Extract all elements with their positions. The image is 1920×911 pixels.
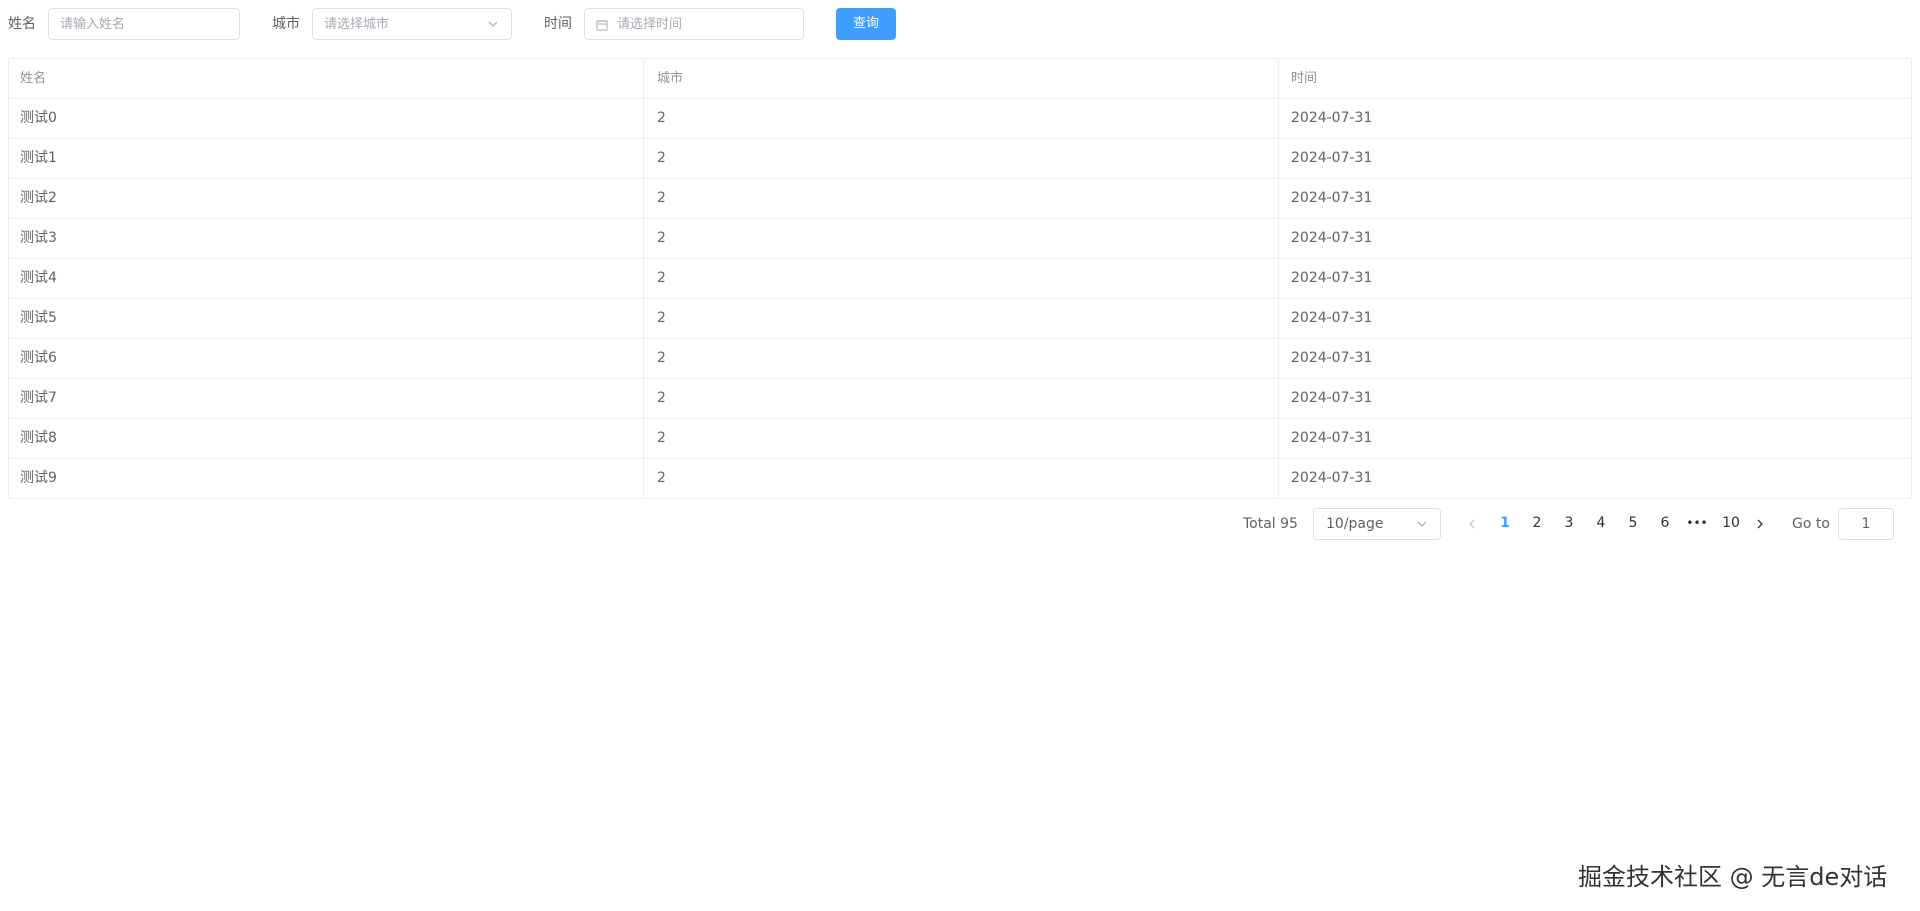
time-picker[interactable]: 请选择时间 bbox=[584, 8, 804, 40]
table-row: 测试6 2 2024-07-31 bbox=[9, 339, 1911, 379]
table-row: 测试0 2 2024-07-31 bbox=[9, 99, 1911, 139]
name-input-placeholder: 请输入姓名 bbox=[60, 17, 126, 32]
page-4[interactable]: 4 bbox=[1589, 515, 1613, 531]
calendar-icon bbox=[596, 20, 608, 31]
table-row: 测试4 2 2024-07-31 bbox=[9, 259, 1911, 299]
table-row: 测试9 2 2024-07-31 bbox=[9, 459, 1911, 499]
pagination: Total 95 10/page 1 2 3 4 5 6 ••• 10 Go t… bbox=[0, 508, 1920, 540]
table-header: 姓名 城市 时间 bbox=[9, 59, 1911, 99]
table-cell-city: 2 bbox=[644, 219, 1279, 258]
table-cell-time: 2024-07-31 bbox=[1291, 110, 1373, 126]
chevron-down-icon bbox=[1417, 521, 1427, 527]
page-10[interactable]: 10 bbox=[1717, 515, 1745, 531]
table-cell-city: 2 bbox=[644, 459, 1279, 498]
city-select[interactable]: 请选择城市 bbox=[312, 8, 512, 40]
page-size-select[interactable]: 10/page bbox=[1313, 508, 1441, 540]
table-row: 测试7 2 2024-07-31 bbox=[9, 379, 1911, 419]
more-pages-icon[interactable]: ••• bbox=[1685, 516, 1709, 530]
table-row: 测试8 2 2024-07-31 bbox=[9, 419, 1911, 459]
page-6[interactable]: 6 bbox=[1653, 515, 1677, 531]
table-row: 测试5 2 2024-07-31 bbox=[9, 299, 1911, 339]
table-cell-time: 2024-07-31 bbox=[1291, 230, 1373, 246]
page-size-value: 10/page bbox=[1326, 516, 1384, 532]
table-cell-time: 2024-07-31 bbox=[1291, 390, 1373, 406]
table-cell-city: 2 bbox=[644, 339, 1279, 378]
table-cell-name: 测试4 bbox=[9, 259, 644, 298]
name-input[interactable]: 请输入姓名 bbox=[48, 8, 240, 40]
table-cell-time: 2024-07-31 bbox=[1291, 470, 1373, 486]
goto-label: Go to bbox=[1792, 516, 1830, 532]
page-1[interactable]: 1 bbox=[1493, 515, 1517, 531]
table-cell-city: 2 bbox=[644, 139, 1279, 178]
name-label: 姓名 bbox=[8, 16, 36, 32]
goto-input[interactable]: 1 bbox=[1838, 508, 1894, 540]
table-cell-city: 2 bbox=[644, 419, 1279, 458]
table-cell-time: 2024-07-31 bbox=[1291, 270, 1373, 286]
table-cell-city: 2 bbox=[644, 299, 1279, 338]
column-header-city[interactable]: 城市 bbox=[644, 59, 1279, 98]
table-cell-name: 测试7 bbox=[9, 379, 644, 418]
table-cell-name: 测试8 bbox=[9, 419, 644, 458]
data-table: 姓名 城市 时间 测试0 2 2024-07-31 测试1 2 2024-07-31 测试2… bbox=[8, 58, 1912, 499]
table-body: 测试0 2 2024-07-31 测试1 2 2024-07-31 测试2 2 2024-07-… bbox=[9, 99, 1911, 499]
city-label: 城市 bbox=[272, 16, 300, 32]
table-cell-name: 测试9 bbox=[9, 459, 644, 498]
table-cell-name: 测试0 bbox=[9, 99, 644, 138]
table-cell-name: 测试5 bbox=[9, 299, 644, 338]
table-cell-city: 2 bbox=[644, 379, 1279, 418]
time-picker-placeholder: 请选择时间 bbox=[617, 17, 683, 32]
city-select-placeholder: 请选择城市 bbox=[324, 17, 390, 32]
next-page-icon[interactable] bbox=[1754, 518, 1766, 530]
table-cell-time: 2024-07-31 bbox=[1291, 350, 1373, 366]
table-cell-name: 测试3 bbox=[9, 219, 644, 258]
query-button[interactable]: 查询 bbox=[836, 8, 896, 40]
watermark: 掘金技术社区 @ 无言de对话 bbox=[1578, 863, 1888, 891]
pagination-total: Total 95 bbox=[1243, 516, 1298, 532]
chevron-down-icon bbox=[488, 21, 498, 27]
column-header-name[interactable]: 姓名 bbox=[9, 59, 644, 98]
search-form: 姓名 请输入姓名 城市 请选择城市 时间 请选择时间 查询 bbox=[0, 0, 1920, 48]
page-5[interactable]: 5 bbox=[1621, 515, 1645, 531]
table-row: 测试1 2 2024-07-31 bbox=[9, 139, 1911, 179]
table-cell-city: 2 bbox=[644, 259, 1279, 298]
table-cell-name: 测试6 bbox=[9, 339, 644, 378]
page-2[interactable]: 2 bbox=[1525, 515, 1549, 531]
time-label: 时间 bbox=[544, 16, 572, 32]
table-cell-time: 2024-07-31 bbox=[1291, 430, 1373, 446]
table-cell-name: 测试2 bbox=[9, 179, 644, 218]
table-cell-time: 2024-07-31 bbox=[1291, 310, 1373, 326]
table-cell-city: 2 bbox=[644, 179, 1279, 218]
column-header-time[interactable]: 时间 bbox=[1279, 59, 1911, 98]
prev-page-icon[interactable] bbox=[1466, 518, 1478, 530]
table-cell-time: 2024-07-31 bbox=[1291, 150, 1373, 166]
table-row: 测试3 2 2024-07-31 bbox=[9, 219, 1911, 259]
page-3[interactable]: 3 bbox=[1557, 515, 1581, 531]
table-cell-time: 2024-07-31 bbox=[1291, 190, 1373, 206]
table-cell-city: 2 bbox=[644, 99, 1279, 138]
table-row: 测试2 2 2024-07-31 bbox=[9, 179, 1911, 219]
table-cell-name: 测试1 bbox=[9, 139, 644, 178]
